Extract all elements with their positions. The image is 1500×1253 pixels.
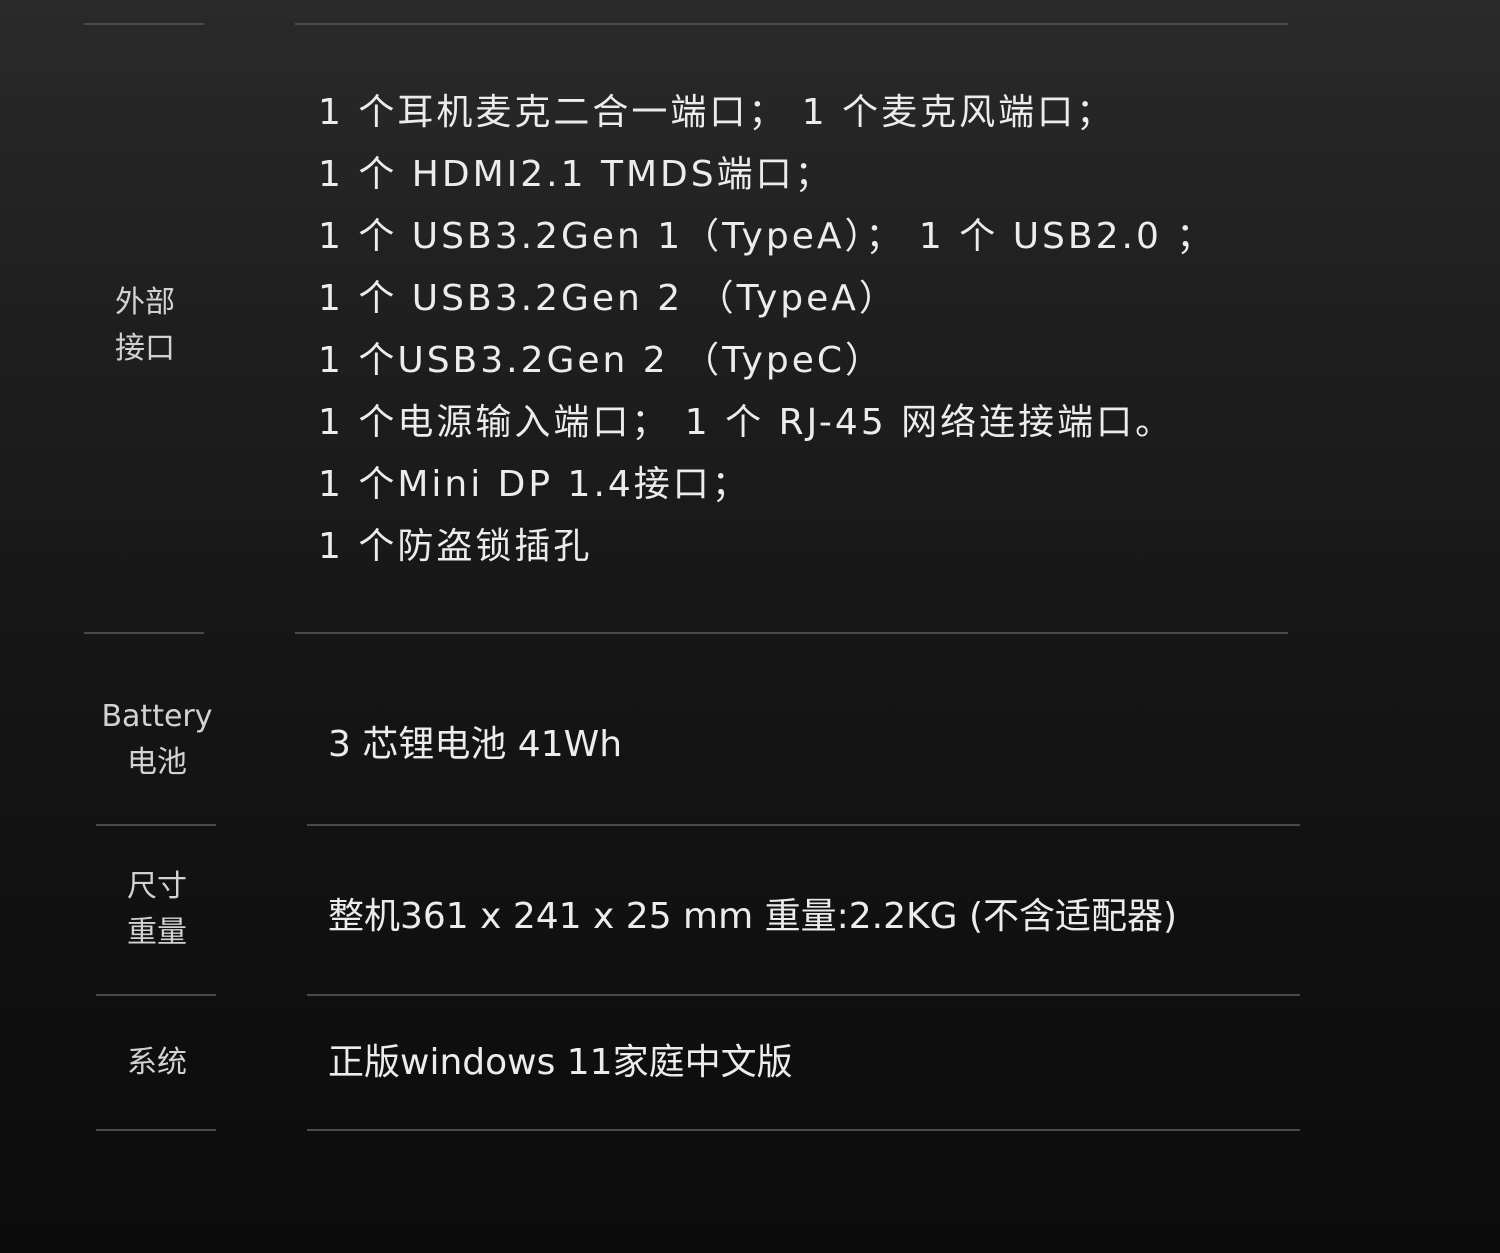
ports-label: 外部 接口 xyxy=(100,280,190,372)
divider-ports-left xyxy=(84,632,204,634)
os-label: 系统 xyxy=(127,1045,187,1080)
port-line: 1 个USB3.2Gen 2 （TypeC） xyxy=(318,340,884,381)
size-value: 整机361 x 241 x 25 mm 重量:2.2KG (不含适配器) xyxy=(328,896,1178,937)
port-line: 1 个Mini DP 1.4接口； xyxy=(318,464,751,505)
size-label: 尺寸 重量 xyxy=(96,864,218,956)
port-line: 1 个 USB3.2Gen 1（TypeA）； 1 个 USB2.0 ； xyxy=(318,216,1216,257)
size-label-line2: 重量 xyxy=(127,915,187,950)
port-line: 1 个防盗锁插孔 xyxy=(318,526,593,567)
battery-label-line2: 电池 xyxy=(127,745,187,780)
divider-size-right xyxy=(307,994,1300,996)
divider-battery-right xyxy=(307,824,1300,826)
divider-os-left xyxy=(96,1129,216,1131)
battery-value: 3 芯锂电池 41Wh xyxy=(328,724,623,765)
ports-label-line2: 接口 xyxy=(115,331,175,366)
os-value: 正版windows 11家庭中文版 xyxy=(328,1042,793,1083)
divider-os-right xyxy=(307,1129,1300,1131)
divider-battery-left xyxy=(96,824,216,826)
size-label-line1: 尺寸 xyxy=(127,869,187,904)
ports-label-line1: 外部 xyxy=(115,285,175,320)
ports-list: 1 个耳机麦克二合一端口； 1 个麦克风端口； 1 个 HDMI2.1 TMDS… xyxy=(318,82,1215,578)
divider-top-right xyxy=(295,23,1288,25)
battery-label-line1: Battery xyxy=(101,699,213,734)
battery-label: Battery 电池 xyxy=(96,694,218,786)
port-line: 1 个 HDMI2.1 TMDS端口； xyxy=(318,154,834,195)
divider-size-left xyxy=(96,994,216,996)
divider-top-left xyxy=(84,23,204,25)
port-line: 1 个耳机麦克二合一端口； 1 个麦克风端口； xyxy=(318,92,1116,133)
port-line: 1 个 USB3.2Gen 2 （TypeA） xyxy=(318,278,898,319)
port-line: 1 个电源输入端口； 1 个 RJ-45 网络连接端口。 xyxy=(318,402,1175,443)
divider-ports-right xyxy=(295,632,1288,634)
